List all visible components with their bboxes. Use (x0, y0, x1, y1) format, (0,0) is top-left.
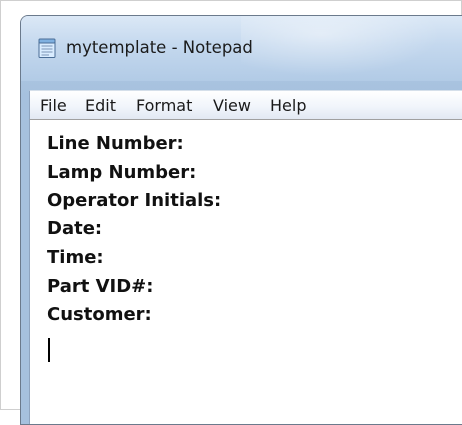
text-caret (48, 338, 50, 362)
title-bar[interactable]: mytemplate - Notepad (21, 16, 462, 81)
text-line-date: Date: (47, 218, 103, 239)
text-line-line-number: Line Number: (47, 133, 184, 154)
text-line-customer: Customer: (47, 304, 152, 325)
window-title: mytemplate - Notepad (66, 38, 253, 57)
notepad-icon[interactable] (38, 38, 56, 58)
text-line-time: Time: (47, 247, 104, 268)
menu-view[interactable]: View (213, 96, 251, 115)
title-bar-sheen (241, 16, 441, 76)
menu-edit[interactable]: Edit (85, 96, 116, 115)
menu-file[interactable]: File (40, 96, 67, 115)
text-line-operator-initials: Operator Initials: (47, 190, 222, 211)
menu-bar: File Edit Format View Help (29, 90, 462, 119)
text-editor-area[interactable]: Line Number: Lamp Number: Operator Initi… (29, 119, 462, 424)
screenshot-frame: mytemplate - Notepad File Edit Format Vi… (0, 0, 462, 425)
menu-format[interactable]: Format (136, 96, 192, 115)
text-line-part-vid: Part VID#: (47, 276, 154, 297)
notepad-window: mytemplate - Notepad File Edit Format Vi… (20, 15, 462, 425)
text-line-lamp-number: Lamp Number: (47, 162, 197, 183)
menu-help[interactable]: Help (270, 96, 306, 115)
